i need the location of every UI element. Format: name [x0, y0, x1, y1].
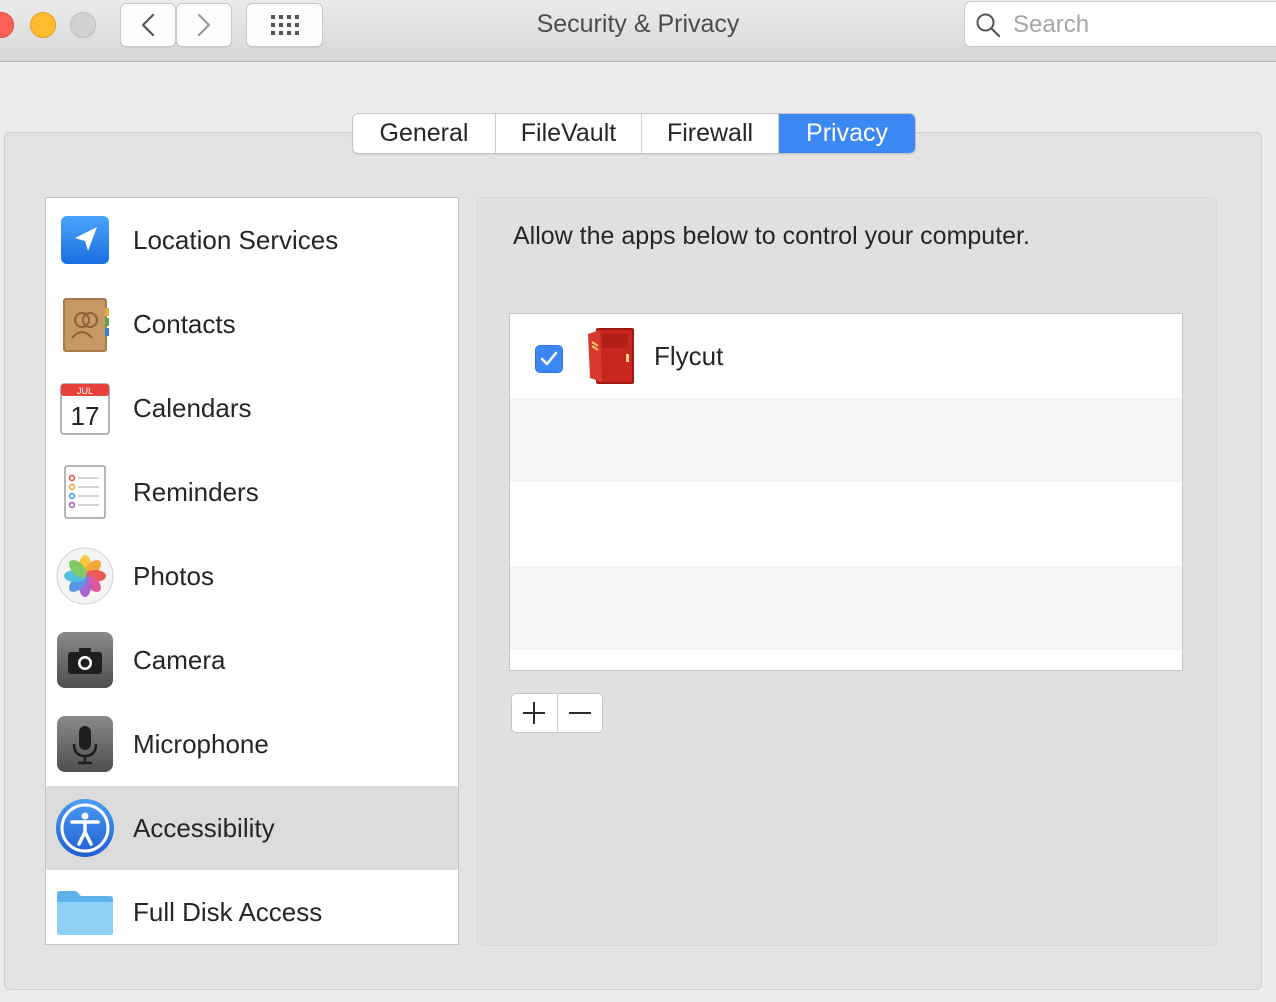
minus-icon: [568, 712, 591, 714]
tab-bar: General FileVault Firewall Privacy: [352, 113, 916, 154]
photos-flower-icon: [55, 546, 115, 606]
contacts-book-icon: [55, 294, 115, 354]
empty-list-row: [510, 482, 1182, 566]
reminders-list-icon: [55, 462, 115, 522]
accessibility-person-icon: [55, 798, 115, 858]
folder-icon: [55, 882, 115, 942]
privacy-category-list: Location Services Contacts JUL 17 Calend…: [45, 197, 459, 945]
tab-filevault[interactable]: FileVault: [496, 114, 642, 153]
sidebar-item-calendars[interactable]: JUL 17 Calendars: [46, 366, 458, 450]
calendar-day-text: 17: [71, 401, 100, 431]
flycut-locker-icon: [586, 326, 638, 386]
tab-firewall[interactable]: Firewall: [642, 114, 779, 153]
app-name: Flycut: [654, 341, 724, 371]
sidebar-item-location-services[interactable]: Location Services: [46, 198, 458, 282]
sidebar-item-full-disk-access[interactable]: Full Disk Access: [46, 870, 458, 944]
tab-privacy[interactable]: Privacy: [779, 114, 915, 153]
app-enabled-checkbox[interactable]: [535, 345, 563, 373]
sidebar-item-label: Photos: [133, 561, 214, 591]
add-app-button[interactable]: [512, 694, 558, 732]
sidebar-item-camera[interactable]: Camera: [46, 618, 458, 702]
plus-icon: [523, 702, 546, 724]
location-arrow-icon: [55, 210, 115, 270]
sidebar-item-label: Accessibility: [133, 813, 275, 843]
camera-icon: [55, 630, 115, 690]
calendar-icon: JUL 17: [55, 378, 115, 438]
calendar-month-text: JUL: [77, 386, 93, 396]
sidebar-item-label: Full Disk Access: [133, 897, 323, 927]
sidebar-item-label: Location Services: [133, 225, 339, 255]
microphone-icon: [55, 714, 115, 774]
empty-list-row: [510, 566, 1182, 650]
tab-general[interactable]: General: [353, 114, 496, 153]
search-icon: [976, 13, 1001, 38]
allowed-apps-list[interactable]: Flycut: [509, 313, 1183, 671]
empty-list-row: [510, 398, 1182, 482]
sidebar-item-label: Contacts: [133, 309, 236, 339]
sidebar-item-photos[interactable]: Photos: [46, 534, 458, 618]
list-item[interactable]: Flycut: [510, 314, 1182, 398]
sidebar-item-microphone[interactable]: Microphone: [46, 702, 458, 786]
add-remove-control: [511, 693, 603, 733]
sidebar-item-reminders[interactable]: Reminders: [46, 450, 458, 534]
remove-app-button[interactable]: [558, 694, 603, 732]
panel-description: Allow the apps below to control your com…: [513, 222, 1030, 250]
checkmark-icon: [540, 351, 558, 366]
sidebar-item-label: Reminders: [133, 477, 259, 507]
sidebar-item-accessibility[interactable]: Accessibility: [46, 786, 458, 870]
sidebar-item-label: Calendars: [133, 393, 252, 423]
window-toolbar: Security & Privacy: [0, 0, 1276, 62]
search-field[interactable]: [964, 1, 1276, 47]
search-input[interactable]: [1011, 8, 1265, 42]
sidebar-item-label: Camera: [133, 645, 226, 675]
sidebar-item-contacts[interactable]: Contacts: [46, 282, 458, 366]
sidebar-item-label: Microphone: [133, 729, 269, 759]
